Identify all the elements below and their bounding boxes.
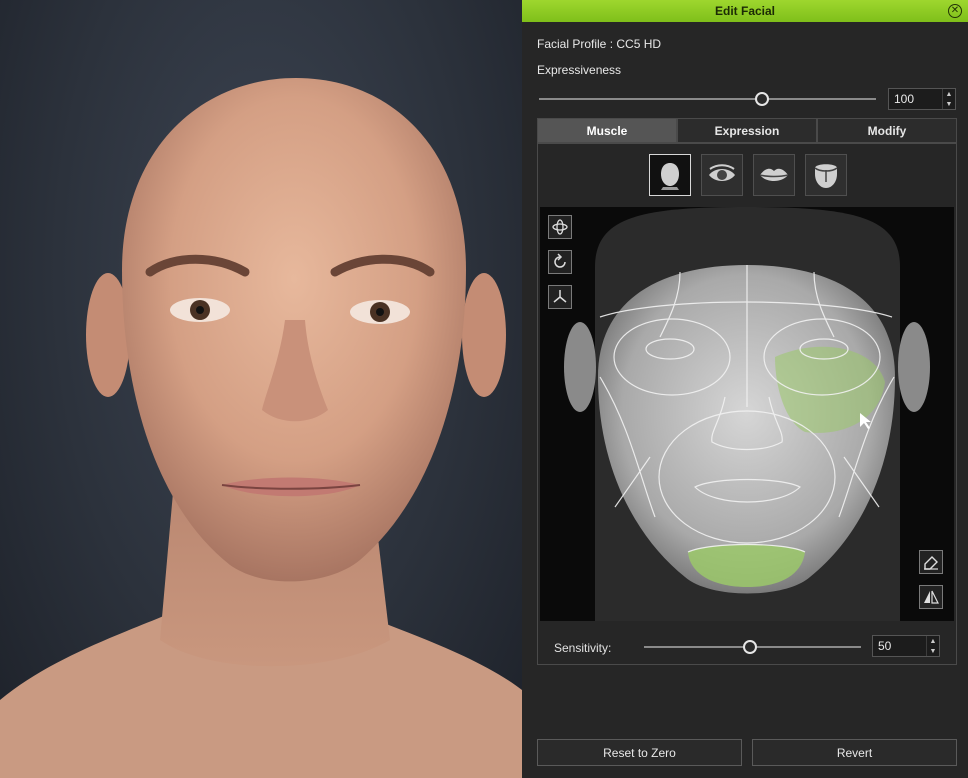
tab-expression[interactable]: Expression [677,118,817,143]
eye-category-button[interactable] [701,154,743,196]
tab-muscle[interactable]: Muscle [537,118,677,143]
expressiveness-spinbox[interactable]: 100 ▲ ▼ [888,88,956,110]
eraser-icon [924,556,938,570]
expressiveness-slider-track[interactable] [539,98,876,100]
head-category-button[interactable] [649,154,691,196]
face-wireframe [564,207,930,621]
tab-bar: Muscle Expression Modify [537,118,957,143]
head-icon [661,163,679,190]
sensitivity-label: Sensitivity: [554,641,612,655]
close-icon[interactable]: ✕ [948,4,962,18]
character-head-render [0,78,522,778]
spin-down-icon[interactable]: ▼ [927,646,939,656]
sensitivity-slider-thumb[interactable] [743,640,757,654]
mirror-icon [924,590,939,604]
reset-rotation-button[interactable] [548,250,572,274]
expressiveness-slider-thumb[interactable] [755,92,769,106]
rotate-3d-button[interactable] [548,215,572,239]
reset-rotation-icon [554,253,566,268]
lips-icon [759,168,789,181]
panel-title: Edit Facial [714,4,776,18]
revert-button[interactable]: Revert [752,739,957,766]
sensitivity-spinbox[interactable]: 50 ▲ ▼ [872,635,940,657]
edit-facial-panel: Edit Facial ✕ Facial Profile : CC5 HD Ex… [522,0,968,778]
spin-up-icon[interactable]: ▲ [943,89,955,99]
face-muscle-map[interactable] [540,207,954,621]
tongue-icon [814,164,838,188]
eraser-button[interactable] [919,550,943,574]
expressiveness-label: Expressiveness [537,63,622,77]
spin-down-icon[interactable]: ▼ [943,99,955,109]
tongue-category-button[interactable] [805,154,847,196]
3d-viewport[interactable] [0,0,522,778]
panel-title-bar[interactable]: Edit Facial ✕ [522,0,968,22]
spin-up-icon[interactable]: ▲ [927,636,939,646]
axis-icon [553,290,567,303]
expressiveness-value[interactable]: 100 [889,89,942,109]
lips-category-button[interactable] [753,154,795,196]
mirror-button[interactable] [919,585,943,609]
muscle-tab-content: Sensitivity: 50 ▲ ▼ [537,143,957,665]
reset-to-zero-button[interactable]: Reset to Zero [537,739,742,766]
axis-button[interactable] [548,285,572,309]
sensitivity-value[interactable]: 50 [873,636,926,656]
rotate-3d-icon [552,219,568,235]
facial-profile-label: Facial Profile : CC5 HD [537,37,662,51]
tab-modify[interactable]: Modify [817,118,957,143]
eye-icon [709,164,735,181]
